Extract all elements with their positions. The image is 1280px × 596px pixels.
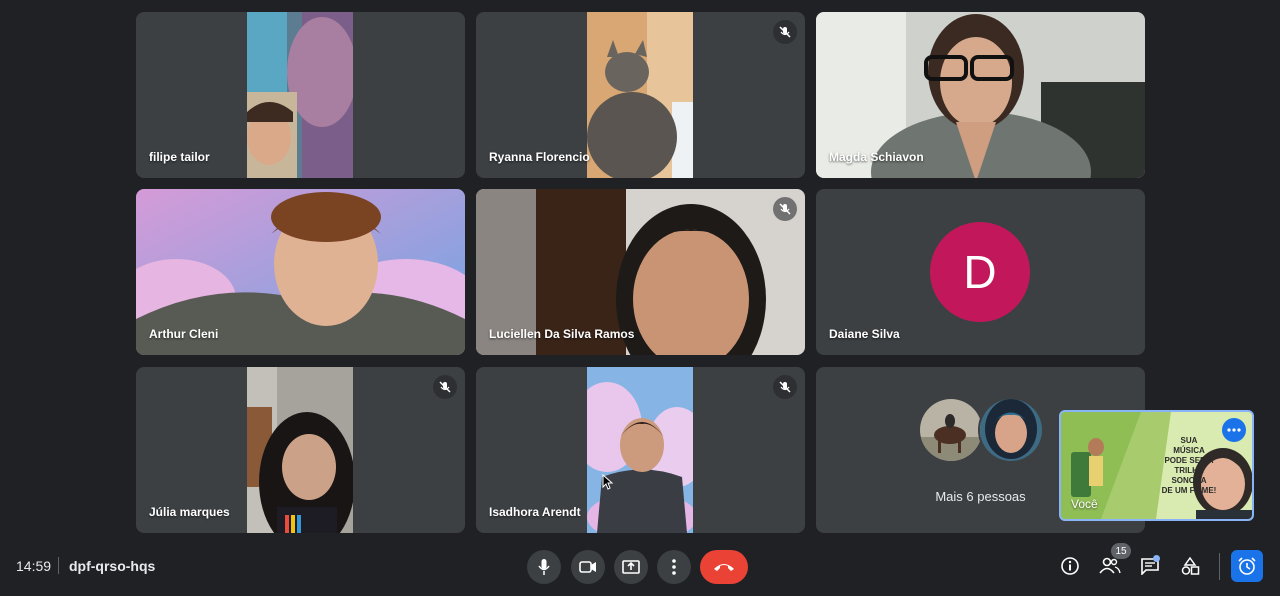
- mouse-cursor-icon: [602, 473, 614, 495]
- video-feed: [247, 367, 353, 533]
- participant-tile-magda-schiavon[interactable]: Magda Schiavon: [816, 12, 1145, 178]
- participant-tile-arthur-cleni[interactable]: Arthur Cleni: [136, 189, 465, 355]
- participant-name: Daiane Silva: [829, 327, 900, 341]
- mic-off-icon: [773, 197, 797, 221]
- leave-call-button[interactable]: [700, 550, 748, 584]
- divider: [1219, 553, 1220, 580]
- participant-name: Magda Schiavon: [829, 150, 924, 164]
- participant-tile-luciellen-da-silva-ramos[interactable]: Luciellen Da Silva Ramos: [476, 189, 805, 355]
- participant-tile-ryanna-florencio[interactable]: Ryanna Florencio: [476, 12, 805, 178]
- more-options-icon[interactable]: [1222, 418, 1246, 442]
- participant-name: Ryanna Florencio: [489, 150, 590, 164]
- people-icon: [1099, 557, 1121, 574]
- meeting-code: dpf-qrso-hqs: [69, 558, 156, 574]
- participant-name: Júlia marques: [149, 505, 230, 519]
- present-button[interactable]: [614, 550, 648, 584]
- participant-name: Isadhora Arendt: [489, 505, 581, 519]
- participant-name: Arthur Cleni: [149, 327, 219, 341]
- mic-off-icon: [773, 375, 797, 399]
- activities-button[interactable]: [1176, 552, 1204, 580]
- people-count-badge: 15: [1111, 543, 1131, 559]
- mic-off-icon: [773, 20, 797, 44]
- avatar: D: [930, 222, 1030, 322]
- more-options-button[interactable]: [657, 550, 691, 584]
- timer-button[interactable]: [1231, 550, 1263, 582]
- self-name: Você: [1071, 497, 1098, 511]
- video-feed: [587, 367, 693, 533]
- avatar: [918, 397, 984, 463]
- mic-off-icon: [433, 375, 457, 399]
- divider: [58, 557, 59, 574]
- participant-name: filipe tailor: [149, 150, 210, 164]
- bottom-toolbar: 14:59 dpf-qrso-hqs 15: [0, 536, 1280, 596]
- participant-tile-daiane-silva[interactable]: D Daiane Silva: [816, 189, 1145, 355]
- hangup-icon: [714, 564, 734, 571]
- more-vert-icon: [672, 559, 676, 575]
- camera-icon: [579, 561, 596, 573]
- self-view-tile[interactable]: SUA MÚSICA PODE SER A TRILHA SONORA DE U…: [1059, 410, 1254, 521]
- camera-button[interactable]: [571, 550, 605, 584]
- participant-tile-isadhora-arendt[interactable]: Isadhora Arendt: [476, 367, 805, 533]
- avatar: [978, 397, 1044, 463]
- participant-name: Luciellen Da Silva Ramos: [489, 327, 635, 341]
- clock-time: 14:59: [16, 558, 52, 574]
- present-icon: [622, 560, 640, 574]
- chat-notification-dot: [1153, 555, 1160, 562]
- mic-button[interactable]: [527, 550, 561, 584]
- info-icon: [1061, 557, 1079, 575]
- alarm-icon: [1238, 557, 1256, 575]
- participant-tile-julia-marques[interactable]: Júlia marques: [136, 367, 465, 533]
- meeting-info-button[interactable]: [1056, 552, 1084, 580]
- slide-text: SUA MÚSICA PODE SER A TRILHA SONORA DE U…: [1161, 436, 1217, 495]
- mic-icon: [538, 559, 550, 575]
- video-feed: [587, 12, 693, 178]
- participant-tile-filipe-tailor[interactable]: filipe tailor: [136, 12, 465, 178]
- activities-icon: [1181, 556, 1200, 575]
- video-feed: [247, 12, 353, 178]
- chat-button[interactable]: [1136, 552, 1164, 580]
